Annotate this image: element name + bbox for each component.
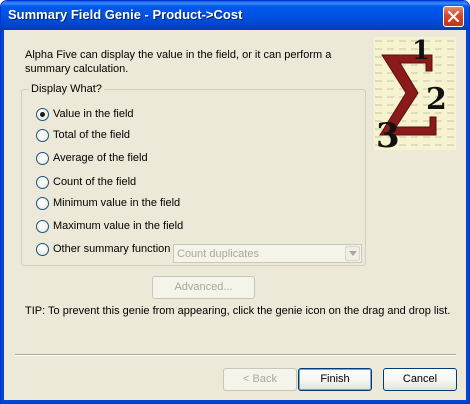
radio-button[interactable] — [36, 220, 49, 233]
window-frame-right — [466, 30, 469, 403]
radio-button[interactable] — [36, 197, 49, 210]
radio-button[interactable] — [36, 243, 49, 256]
radio-label: Value in the field — [53, 108, 134, 120]
back-button[interactable]: < Back — [223, 368, 297, 391]
window-title: Summary Field Genie - Product->Cost — [8, 7, 243, 22]
radio-button[interactable] — [36, 176, 49, 189]
advanced-button[interactable]: Advanced... — [152, 276, 255, 299]
radio-label: Minimum value in the field — [53, 197, 181, 209]
radio-button[interactable] — [36, 129, 49, 142]
summary-field-genie-dialog: Summary Field Genie - Product->Cost Alph… — [0, 0, 470, 404]
svg-text:3: 3 — [376, 116, 400, 150]
radio-label: Count of the field — [53, 176, 137, 188]
radio-label: Other summary function — [53, 243, 171, 255]
separator — [15, 354, 456, 356]
radio-button[interactable] — [36, 108, 49, 121]
svg-text:2: 2 — [426, 82, 447, 117]
svg-text:1: 1 — [412, 37, 430, 66]
tip-text: TIP: To prevent this genie from appearin… — [25, 305, 451, 317]
radio-button[interactable] — [36, 152, 49, 165]
cancel-button[interactable]: Cancel — [383, 368, 457, 391]
window-frame-left — [1, 30, 4, 403]
close-icon — [448, 11, 459, 22]
dropdown-button[interactable] — [345, 246, 360, 261]
intro-text: Alpha Five can display the value in the … — [25, 49, 332, 75]
radio-label: Average of the field — [53, 152, 148, 164]
close-button[interactable] — [443, 6, 464, 27]
summary-function-select[interactable]: Count duplicates — [173, 244, 362, 263]
dropdown-arrow-icon — [349, 251, 357, 256]
radio-label: Maximum value in the field — [53, 220, 184, 232]
display-what-label: Display What? — [29, 83, 104, 95]
finish-button[interactable]: Finish — [298, 368, 372, 391]
title-bar[interactable]: Summary Field Genie - Product->Cost — [1, 1, 469, 30]
summary-function-value: Count duplicates — [177, 248, 259, 260]
window-frame-bottom — [1, 400, 469, 403]
sigma-genie-icon: 1 2 3 — [374, 36, 456, 156]
radio-label: Total of the field — [53, 129, 131, 141]
